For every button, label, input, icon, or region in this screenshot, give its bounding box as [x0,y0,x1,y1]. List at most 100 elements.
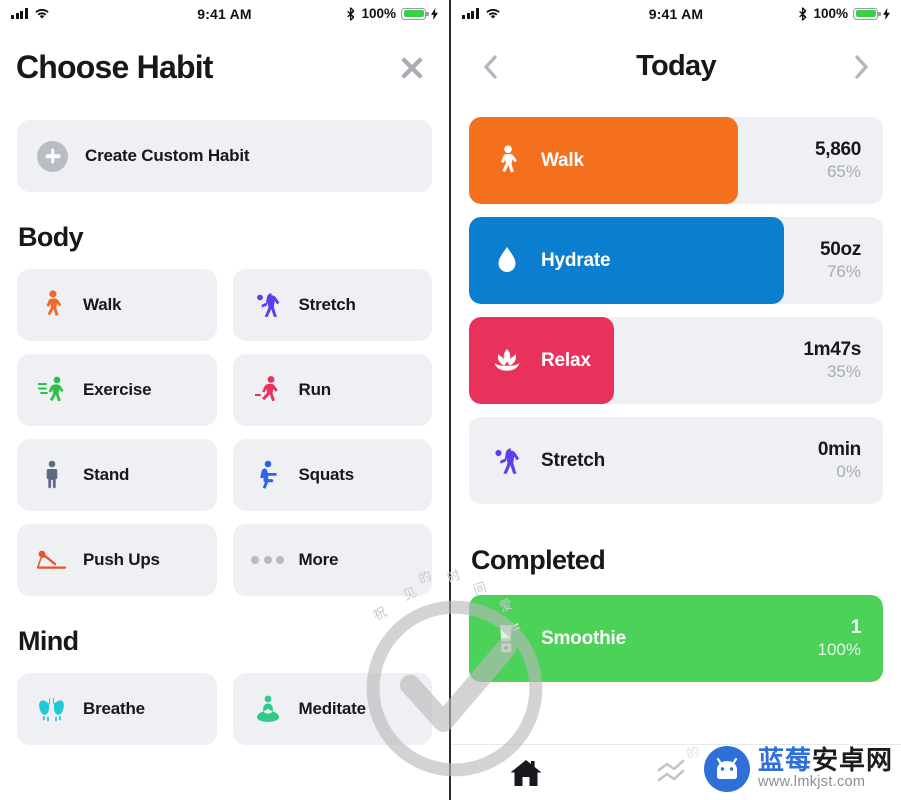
battery-percent-label: 100% [361,6,396,21]
habit-card-push-ups[interactable]: Push Ups [17,524,217,596]
progress-value: 0min [817,439,861,461]
habit-label: Stretch [298,295,356,314]
habit-grid-body: Walk Stretch Exercise Run Stand Squats P… [17,269,432,596]
left-header: Choose Habit [0,27,449,86]
bluetooth-icon [347,6,355,21]
progress-label: Smoothie [541,627,626,649]
create-custom-habit-button[interactable]: Create Custom Habit [17,120,432,192]
plus-circle-icon [37,140,68,172]
progress-value: 1m47s [803,339,861,361]
habit-label: Breathe [83,699,145,718]
stretching-person-icon [490,443,524,479]
page-title: Today [636,50,716,82]
walking-person-icon [490,143,524,179]
charging-bolt-icon [883,7,890,20]
status-right-group: 100% [798,6,890,21]
progress-values: 1m47s 35% [803,339,883,381]
progress-value: 5,860 [814,139,861,161]
chevron-left-icon [484,54,497,79]
prev-day-button[interactable] [479,52,501,82]
habit-card-meditate[interactable]: Meditate [232,673,432,745]
blender-icon [490,621,524,657]
progress-percent: 0% [836,461,861,481]
home-icon [510,759,542,786]
squatting-person-icon [253,459,283,491]
progress-row-walk[interactable]: Walk 5,860 65% [469,117,883,204]
habit-label: Run [298,380,332,399]
progress-row-leading: Stretch [469,443,605,479]
trends-chart-icon [657,759,685,781]
progress-values: 5,860 65% [815,139,883,181]
habit-label: Meditate [298,699,367,718]
lungs-icon [37,693,67,725]
chevron-right-icon [855,54,868,79]
habit-card-breathe[interactable]: Breathe [17,673,217,745]
habit-label: Walk [83,295,122,314]
progress-label: Relax [541,349,591,371]
stretching-person-icon [253,289,283,321]
water-drop-icon [490,243,524,279]
running-fast-icon [37,374,67,406]
progress-value: 1 [850,617,862,639]
screenshot-root: 9:41 AM 100% Choose Habit Create Custom … [0,0,901,800]
tab-trends[interactable] [601,758,751,788]
left-content: Create Custom Habit Body Walk Stretch Ex… [0,120,449,745]
lotus-flower-icon [490,343,524,379]
habit-label: Exercise [83,380,152,399]
bottom-tab-bar [451,744,901,800]
section-title-mind: Mind [18,626,79,656]
habit-card-stand[interactable]: Stand [17,439,217,511]
progress-percent: 65% [826,161,861,181]
next-day-button[interactable] [851,52,873,82]
progress-row-leading: Hydrate [469,243,611,279]
bluetooth-icon [799,6,807,21]
progress-percent: 100% [817,639,861,659]
progress-row-leading: Smoothie [469,621,626,657]
battery-full-icon [853,7,881,20]
progress-row-stretch[interactable]: Stretch 0min 0% [469,417,883,504]
status-right-group: 100% [346,6,438,21]
right-content: Walk 5,860 65% Hydrate 50oz 76% Relax 1m… [451,117,901,682]
page-title: Choose Habit [16,49,213,85]
habit-card-more[interactable]: More [232,524,432,596]
habit-card-run[interactable]: Run [232,354,432,426]
section-title-body: Body [18,222,84,252]
progress-values: 0min 0% [818,439,883,481]
battery-full-icon [401,7,429,20]
standing-person-icon [37,459,67,491]
progress-values: 1 100% [818,617,883,659]
left-phone-screen: 9:41 AM 100% Choose Habit Create Custom … [0,0,451,800]
status-bar-left: 9:41 AM 100% [0,0,449,27]
habit-label: Squats [298,465,355,484]
right-header: Today [451,27,901,83]
progress-label: Hydrate [541,249,611,271]
habit-card-walk[interactable]: Walk [17,269,217,341]
pushup-person-icon [37,544,67,576]
create-custom-habit-label: Create Custom Habit [85,146,250,165]
progress-values: 50oz 76% [820,239,883,281]
tab-home[interactable] [451,758,601,788]
section-title-completed: Completed [471,545,606,575]
close-icon [401,57,423,78]
habit-label: Stand [83,465,130,484]
progress-percent: 76% [826,261,861,281]
habit-card-stretch[interactable]: Stretch [232,269,432,341]
progress-row-leading: Relax [469,343,591,379]
progress-percent: 35% [826,361,861,381]
habit-card-exercise[interactable]: Exercise [17,354,217,426]
battery-percent-label: 100% [813,6,848,21]
close-button[interactable] [397,53,427,83]
runner-icon [253,374,283,406]
charging-bolt-icon [431,7,438,20]
meditating-person-icon [253,693,283,725]
status-bar-right: 9:41 AM 100% [451,0,901,27]
progress-label: Stretch [541,449,606,471]
more-dots-icon [251,544,284,576]
progress-row-hydrate[interactable]: Hydrate 50oz 76% [469,217,883,304]
habit-card-squats[interactable]: Squats [232,439,432,511]
walking-person-icon [37,289,67,321]
habit-label: More [298,550,339,569]
progress-row-smoothie[interactable]: Smoothie 1 100% [469,595,883,682]
progress-row-relax[interactable]: Relax 1m47s 35% [469,317,883,404]
habit-label: Push Ups [83,550,160,569]
